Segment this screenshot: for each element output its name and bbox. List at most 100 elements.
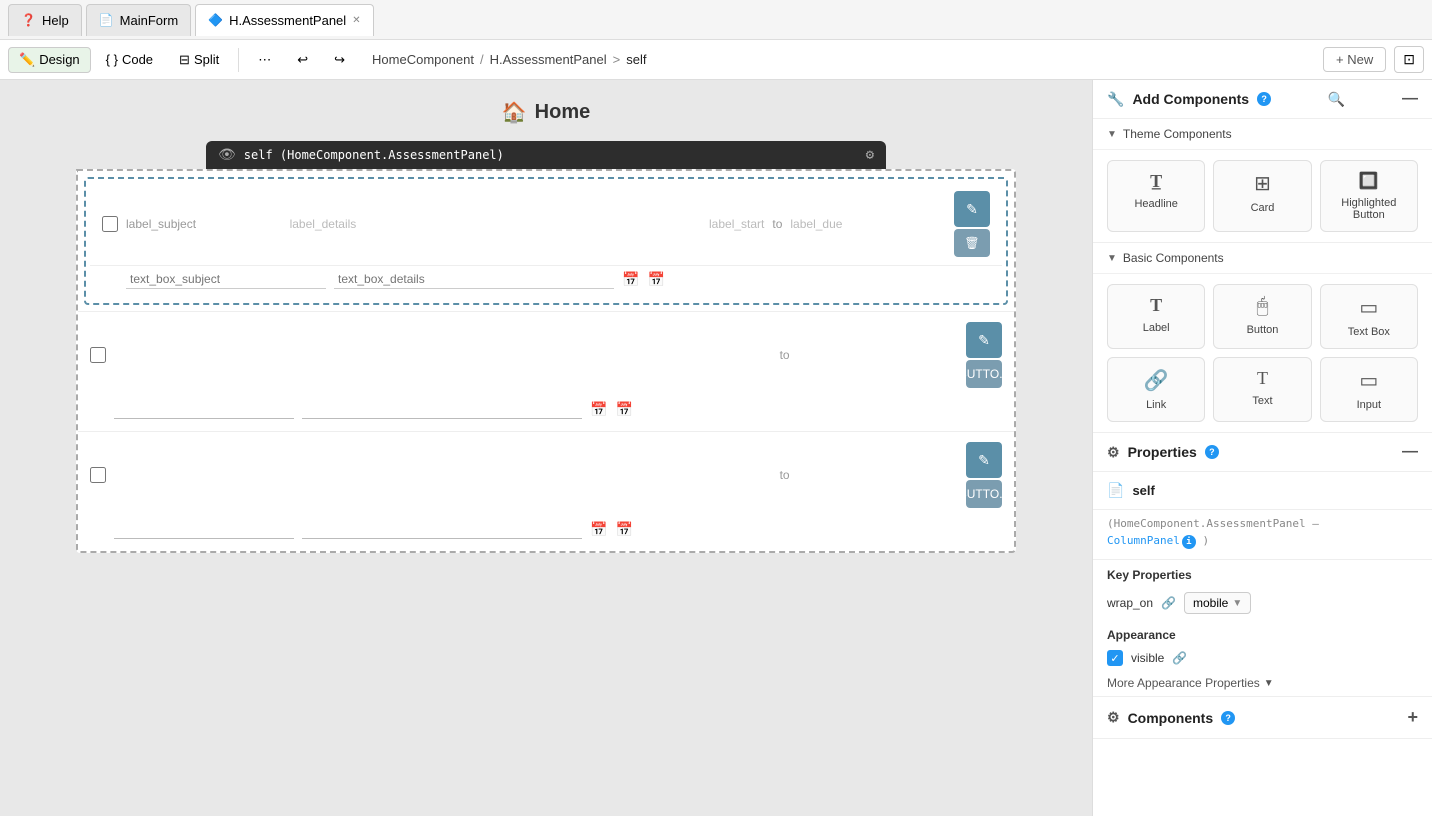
wrap-on-value: mobile <box>1193 596 1228 610</box>
code-label: Code <box>122 52 153 67</box>
row-3-to: to <box>780 468 790 482</box>
visible-link-icon[interactable]: 🔗 <box>1172 651 1187 665</box>
design-button[interactable]: ✏️ Design <box>8 47 91 73</box>
tab-mainform[interactable]: 📄 MainForm <box>86 4 191 36</box>
theme-components-header[interactable]: ▼ Theme Components <box>1093 119 1432 150</box>
add-components-collapse-icon[interactable]: — <box>1402 90 1418 108</box>
calendar-icon-2[interactable]: 📅 <box>647 271 664 288</box>
wrench-icon: 🔧 <box>1107 91 1124 108</box>
text-subject-input[interactable] <box>126 270 326 289</box>
more-icon: ⋯ <box>258 52 271 68</box>
row-3-butt-label: BUTTO... <box>959 487 1009 501</box>
tab-mainform-label: MainForm <box>120 13 179 28</box>
new-button[interactable]: + New <box>1323 47 1386 72</box>
search-icon[interactable]: 🔍 <box>1328 91 1345 108</box>
component-headline[interactable]: T̲ Headline <box>1107 160 1205 232</box>
component-highlighted-button[interactable]: 🔲 Highlighted Button <box>1320 160 1418 232</box>
settings-icon[interactable]: ⚙ <box>866 147 874 163</box>
prop-self-icon: 📄 <box>1107 482 1124 499</box>
more-appearance-button[interactable]: More Appearance Properties ▼ <box>1093 670 1432 696</box>
more-appearance-label: More Appearance Properties <box>1107 676 1260 690</box>
panel-row-1-wrapper: label_subject label_details label_start … <box>84 177 1008 305</box>
canvas-area: 🏠 Home 👁 self (HomeComponent.AssessmentP… <box>0 80 1092 816</box>
panel-row-2: to ✎ BUTTO... <box>78 311 1014 398</box>
row-2-edit-button[interactable]: ✎ <box>966 322 1002 358</box>
add-components-info-icon[interactable]: ? <box>1257 92 1271 106</box>
properties-collapse-icon[interactable]: — <box>1402 443 1418 461</box>
components-footer-title: Components <box>1128 710 1214 726</box>
tab-assessment[interactable]: 🔷 H.AssessmentPanel ✕ <box>195 4 373 36</box>
headline-icon: T̲ <box>1150 171 1162 192</box>
wrap-on-link-icon[interactable]: 🔗 <box>1161 596 1176 610</box>
properties-info-icon[interactable]: ? <box>1205 445 1219 459</box>
breadcrumb-arrow: > <box>613 52 621 67</box>
headline-label: Headline <box>1134 198 1177 210</box>
row-1-checkbox[interactable] <box>102 216 118 232</box>
design-label: Design <box>39 52 79 67</box>
code-button[interactable]: { } Code <box>95 47 164 72</box>
row-3-subject-input[interactable] <box>114 520 294 539</box>
tab-bar: ❓ Help 📄 MainForm 🔷 H.AssessmentPanel ✕ <box>0 0 1432 40</box>
separator-1 <box>238 48 239 72</box>
appearance-label: Appearance <box>1107 628 1176 642</box>
undo-button[interactable]: ↩ <box>286 47 319 73</box>
label-icon: T <box>1150 295 1162 316</box>
basic-components-header[interactable]: ▼ Basic Components <box>1093 243 1432 274</box>
layout-button[interactable]: ⊡ <box>1394 46 1424 73</box>
panel-row-3-inputs: 📅 📅 <box>78 518 1014 551</box>
row-2-checkbox[interactable] <box>90 347 106 363</box>
component-card[interactable]: ⊞ Card <box>1213 160 1311 232</box>
component-button[interactable]: 🖱 Button <box>1213 284 1311 349</box>
tab-close-icon[interactable]: ✕ <box>352 15 360 26</box>
breadcrumb-panel[interactable]: H.AssessmentPanel <box>490 52 607 67</box>
more-button[interactable]: ⋯ <box>247 47 282 73</box>
layout-icon: ⊡ <box>1403 51 1415 67</box>
component-label[interactable]: T Label <box>1107 284 1205 349</box>
component-link[interactable]: 🔗 Link <box>1107 357 1205 422</box>
calendar-icon-1[interactable]: 📅 <box>622 271 639 288</box>
row-2-to: to <box>780 348 790 362</box>
component-input[interactable]: ▭ Input <box>1320 357 1418 422</box>
split-icon: ⊟ <box>179 52 190 68</box>
row-1-delete-button[interactable]: 🗑 <box>954 229 990 257</box>
prop-subtitle: (HomeComponent.AssessmentPanel – ColumnP… <box>1093 510 1432 560</box>
calendar-icon-4[interactable]: 📅 <box>615 401 632 418</box>
text-details-input[interactable] <box>334 270 614 289</box>
visible-checkbox[interactable] <box>1107 650 1123 666</box>
panel-row-1: label_subject label_details label_start … <box>90 183 1002 266</box>
start-date-input: 📅 <box>622 271 639 288</box>
card-label: Card <box>1251 202 1275 214</box>
row-2-butt-label: BUTTO... <box>959 367 1009 381</box>
calendar-icon-3[interactable]: 📅 <box>590 401 607 418</box>
breadcrumb-component[interactable]: HomeComponent <box>372 52 474 67</box>
component-text-box[interactable]: ▭ Text Box <box>1320 284 1418 349</box>
row-3-checkbox[interactable] <box>90 467 106 483</box>
calendar-icon-6[interactable]: 📅 <box>615 521 632 538</box>
row-2-due-date: 📅 <box>615 401 632 418</box>
appearance-title: Appearance <box>1093 620 1432 646</box>
component-text2[interactable]: T Text <box>1213 357 1311 422</box>
redo-button[interactable]: ↪ <box>323 47 356 73</box>
prop-subtitle-link[interactable]: ColumnPanel <box>1107 534 1180 547</box>
visible-label: visible <box>1131 651 1164 665</box>
row-3-details-input[interactable] <box>302 520 582 539</box>
row-2-butt-button[interactable]: BUTTO... <box>966 360 1002 388</box>
tab-assessment-label: H.AssessmentPanel <box>229 13 346 28</box>
components-add-icon[interactable]: + <box>1407 707 1418 728</box>
tab-help[interactable]: ❓ Help <box>8 4 82 36</box>
split-label: Split <box>194 52 219 67</box>
split-button[interactable]: ⊟ Split <box>168 47 230 73</box>
row-3-edit-button[interactable]: ✎ <box>966 442 1002 478</box>
components-footer-info-icon[interactable]: ? <box>1221 711 1235 725</box>
main-layout: 🏠 Home 👁 self (HomeComponent.AssessmentP… <box>0 80 1432 816</box>
row-2-details-input[interactable] <box>302 400 582 419</box>
row-2-subject-input[interactable] <box>114 400 294 419</box>
theme-components-grid: T̲ Headline ⊞ Card 🔲 Highlighted Button <box>1093 150 1432 243</box>
wrap-on-dropdown[interactable]: mobile ▼ <box>1184 592 1251 614</box>
calendar-icon-5[interactable]: 📅 <box>590 521 607 538</box>
properties-icon: ⚙ <box>1107 444 1120 461</box>
row-1-edit-button[interactable]: ✎ <box>954 191 990 227</box>
breadcrumb: HomeComponent / H.AssessmentPanel > self <box>372 52 646 67</box>
subtitle-info-icon[interactable]: i <box>1182 535 1196 549</box>
row-3-butt-button[interactable]: BUTTO... <box>966 480 1002 508</box>
